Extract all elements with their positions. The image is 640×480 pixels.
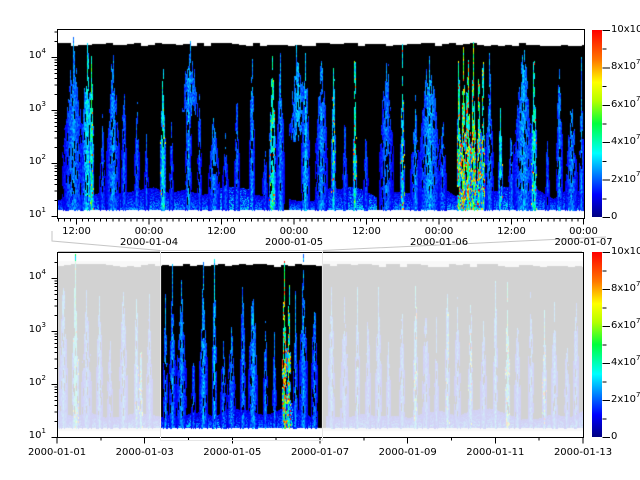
- zoom-selection-box[interactable]: [160, 250, 323, 441]
- x-date-label: 2000-01-05: [203, 447, 261, 458]
- x-date-label: 2000-01-07: [554, 237, 612, 248]
- x-tick-label: 00:00: [569, 226, 598, 237]
- colorbar-tick-label: 2x107: [611, 394, 640, 405]
- y-tick-label: 103: [8, 324, 46, 335]
- x-tick-label: 00:00: [135, 226, 164, 237]
- colorbar-top: [592, 30, 602, 217]
- spectrogram-figure: 12:0000:002000-01-0412:0000:002000-01-05…: [0, 0, 640, 480]
- x-tick-label: 12:00: [352, 226, 381, 237]
- x-tick-label: 00:00: [280, 226, 309, 237]
- x-tick-label: 00:00: [425, 226, 454, 237]
- colorbar-tick-label: 10x107: [611, 24, 640, 35]
- x-date-label: 2000-01-09: [379, 447, 437, 458]
- y-tick-label: 104: [8, 50, 46, 61]
- colorbar-tick-label: 0: [611, 211, 617, 222]
- colorbar-tick-label: 8x107: [611, 283, 640, 294]
- colorbar-tick-label: 10x107: [611, 246, 640, 257]
- x-date-label: 2000-01-03: [116, 447, 174, 458]
- y-tick-label: 103: [8, 103, 46, 114]
- colorbar-tick-label: 2x107: [611, 174, 640, 185]
- y-tick-label: 104: [8, 271, 46, 282]
- x-tick-label: 12:00: [62, 226, 91, 237]
- colorbar-tick-label: 0: [611, 431, 617, 442]
- x-tick-label: 12:00: [207, 226, 236, 237]
- x-tick-label: 12:00: [497, 226, 526, 237]
- x-date-label: 2000-01-06: [410, 237, 468, 248]
- x-date-label: 2000-01-04: [120, 237, 178, 248]
- colorbar-bottom: [592, 252, 602, 437]
- detail-spectrogram-heatmap[interactable]: [57, 29, 584, 218]
- colorbar-tick-label: 6x107: [611, 99, 640, 110]
- y-tick-label: 102: [8, 156, 46, 167]
- x-date-label: 2000-01-07: [291, 447, 349, 458]
- y-tick-label: 101: [8, 209, 46, 220]
- colorbar-tick-label: 8x107: [611, 61, 640, 72]
- colorbar-tick-label: 4x107: [611, 357, 640, 368]
- y-tick-label: 102: [8, 377, 46, 388]
- x-date-label: 2000-01-11: [466, 447, 524, 458]
- y-tick-label: 101: [8, 430, 46, 441]
- x-date-label: 2000-01-13: [554, 447, 612, 458]
- colorbar-tick-label: 6x107: [611, 320, 640, 331]
- x-date-label: 2000-01-01: [28, 447, 86, 458]
- x-date-label: 2000-01-05: [265, 237, 323, 248]
- colorbar-tick-label: 4x107: [611, 136, 640, 147]
